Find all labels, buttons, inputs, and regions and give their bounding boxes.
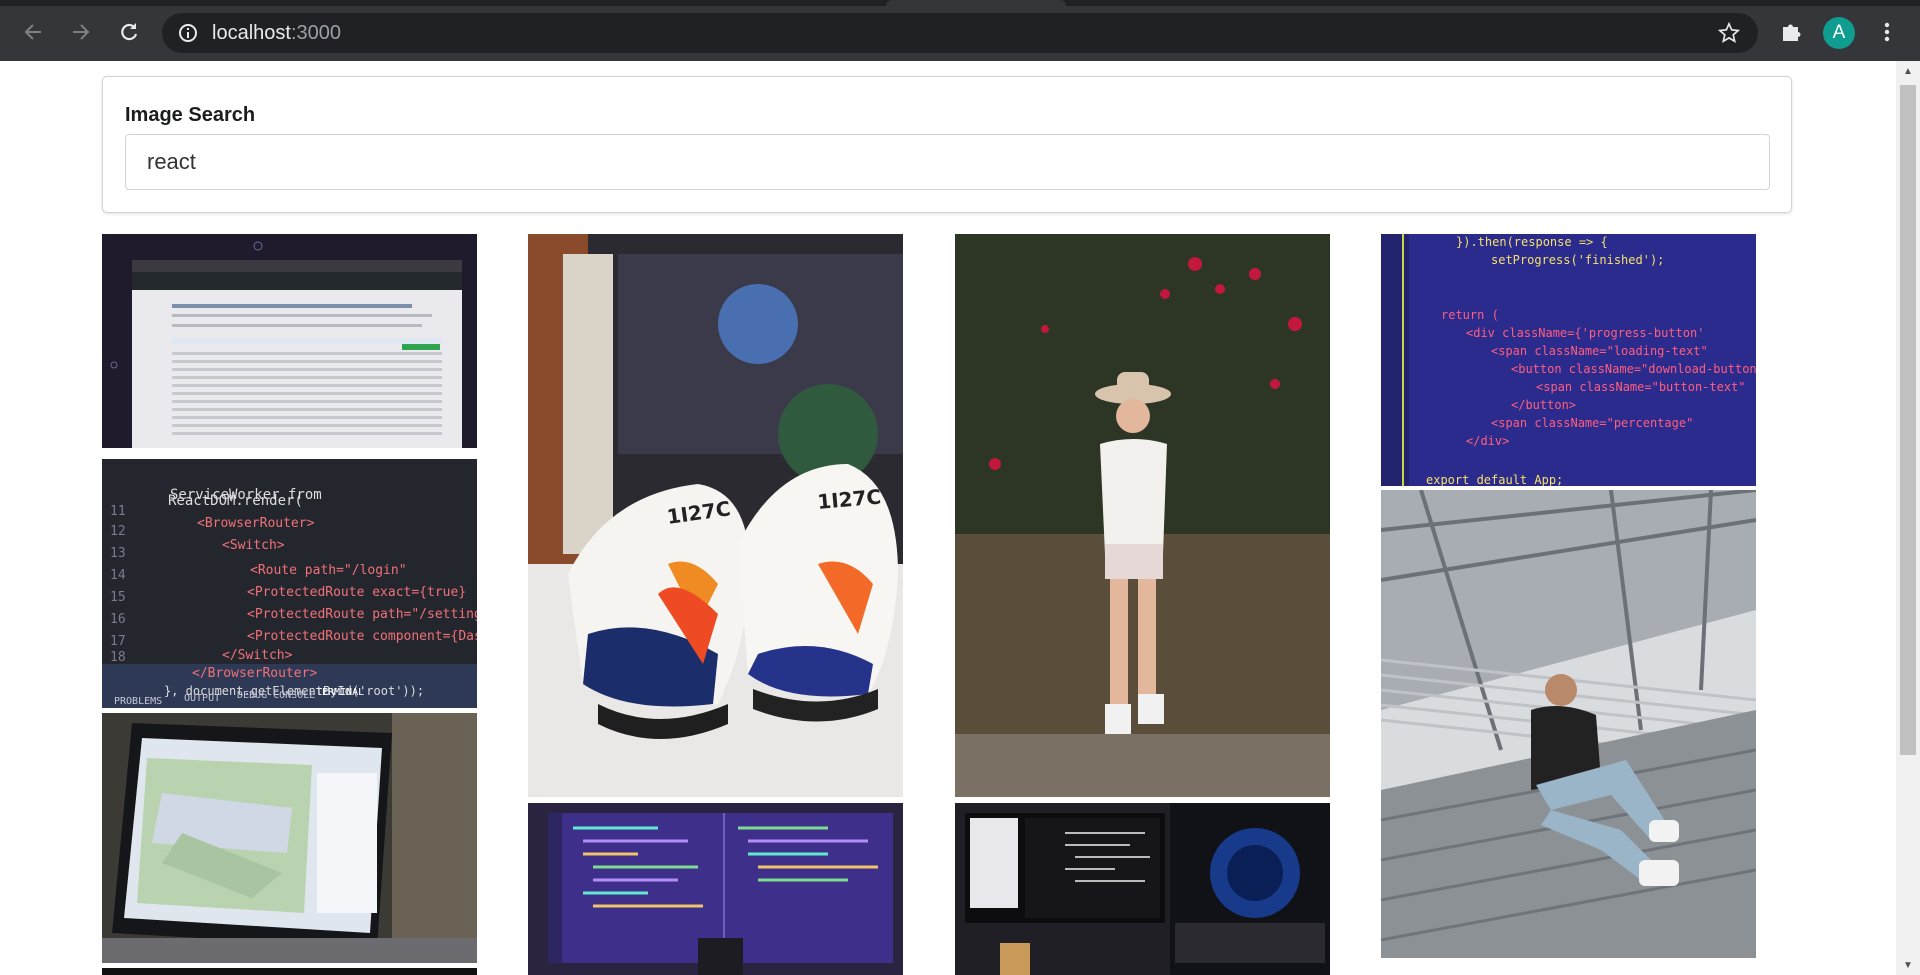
arrow-left-icon <box>24 24 41 40</box>
menu-button[interactable] <box>1872 17 1902 47</box>
jsx-line-11: export default App; <box>1426 473 1563 486</box>
svg-text:18: 18 <box>110 650 126 665</box>
extensions-button[interactable] <box>1776 17 1806 47</box>
svg-text:16: 16 <box>110 612 126 627</box>
image-graphic <box>102 234 477 448</box>
image-code-router[interactable]: 11 12 13 14 15 16 17 18 ServiceWorker from Reac… <box>102 459 477 708</box>
reload-button[interactable] <box>114 17 144 47</box>
code-line-4: <Route path="/login" <box>250 563 407 578</box>
image-jsx-code[interactable]: }).then(response => { setProgress('finis… <box>1381 234 1756 486</box>
svg-text:12: 12 <box>110 524 126 539</box>
panel-tab-debug: DEBUG CONSOLE <box>237 690 315 701</box>
image-sneakers[interactable]: 1I27C 1I27C <box>528 234 903 797</box>
panel-tab-terminal: TERMINAL <box>316 687 364 698</box>
puzzle-icon <box>1783 24 1801 41</box>
jsx-line-2: setProgress('finished'); <box>1491 253 1664 267</box>
image-man-stairs[interactable] <box>1381 490 1756 958</box>
jsx-line-10: </div> <box>1466 434 1509 448</box>
image-graphic: 1112131415161718 ServiceWorker from Reac… <box>102 459 477 708</box>
url-text[interactable]: localhost:3000 <box>212 22 341 45</box>
code-line-1: ReactDOM.render( <box>168 493 303 509</box>
url-port: :3000 <box>290 22 341 44</box>
image-laptop-map[interactable] <box>102 713 477 963</box>
star-icon[interactable] <box>1718 22 1740 44</box>
code-line-9: </BrowserRouter> <box>192 666 317 681</box>
search-card: Image Search <box>102 76 1792 213</box>
image-graphic <box>102 713 477 963</box>
code-line-7: <ProtectedRoute component={Dashboard} <box>247 629 477 644</box>
code-line-8: </Switch> <box>222 648 293 663</box>
info-icon <box>179 24 197 42</box>
svg-text:14: 14 <box>110 568 126 583</box>
image-graphic <box>955 234 1330 797</box>
jsx-line-7: <span className="button-text" <box>1536 380 1746 394</box>
forward-button[interactable] <box>66 17 96 47</box>
code-line-2: <BrowserRouter> <box>197 516 315 531</box>
image-graphic <box>1381 490 1756 958</box>
image-graphic: 1I27C 1I27C <box>528 234 903 797</box>
back-button[interactable] <box>18 17 48 47</box>
jsx-line-1: }).then(response => { <box>1456 235 1608 249</box>
svg-text:13: 13 <box>110 546 126 561</box>
image-woman-hat[interactable] <box>955 234 1330 797</box>
tab-strip <box>0 0 1920 6</box>
reload-icon <box>121 23 138 41</box>
svg-text:11: 11 <box>110 504 126 519</box>
arrow-right-icon <box>73 24 90 40</box>
search-input[interactable] <box>125 134 1770 190</box>
jsx-line-5: <span className="loading-text" <box>1491 344 1708 358</box>
profile-avatar[interactable]: A <box>1823 17 1855 49</box>
svg-text:15: 15 <box>110 590 126 605</box>
svg-text:17: 17 <box>110 634 126 649</box>
scroll-up-icon[interactable]: ▲ <box>1896 61 1920 81</box>
code-line-6: <ProtectedRoute path="/settings" <box>247 607 477 622</box>
page-viewport: Image Search react 11 12 13 14 15 16 17 … <box>0 61 1920 975</box>
address-bar[interactable]: localhost:3000 <box>162 13 1758 53</box>
jsx-line-6: <button className="download-button" <box>1511 362 1756 376</box>
image-gaming-setup[interactable] <box>955 803 1330 975</box>
url-host: localhost <box>212 22 291 44</box>
image-github-react[interactable] <box>102 234 477 448</box>
code-line-3: <Switch> <box>222 538 285 553</box>
search-label: Image Search <box>125 104 256 126</box>
image-graphic <box>528 803 903 975</box>
jsx-line-4: <div className={'progress-button' <box>1466 326 1704 340</box>
image-graphic <box>955 803 1330 975</box>
jsx-line-3: return ( <box>1441 308 1499 322</box>
scroll-down-icon[interactable]: ▼ <box>1896 955 1920 975</box>
browser-toolbar: localhost:3000 A <box>0 0 1920 61</box>
image-monitor-code[interactable] <box>528 803 903 975</box>
kebab-menu-icon <box>1884 22 1890 42</box>
panel-tab-output: OUTPUT <box>184 693 220 704</box>
page-scrollbar[interactable]: ▲ ▼ <box>1896 61 1920 975</box>
panel-tab-problems: PROBLEMS <box>114 696 162 707</box>
jsx-line-9: <span className="percentage" <box>1491 416 1693 430</box>
jsx-line-8: </button> <box>1511 398 1576 412</box>
code-line-5: <ProtectedRoute exact={true} <box>247 585 466 600</box>
image-graphic: }).then(response => { setProgress('finis… <box>1381 234 1756 486</box>
image-dark-strip <box>102 968 477 975</box>
scroll-thumb[interactable] <box>1900 85 1916 755</box>
active-tab[interactable] <box>886 0 1066 6</box>
